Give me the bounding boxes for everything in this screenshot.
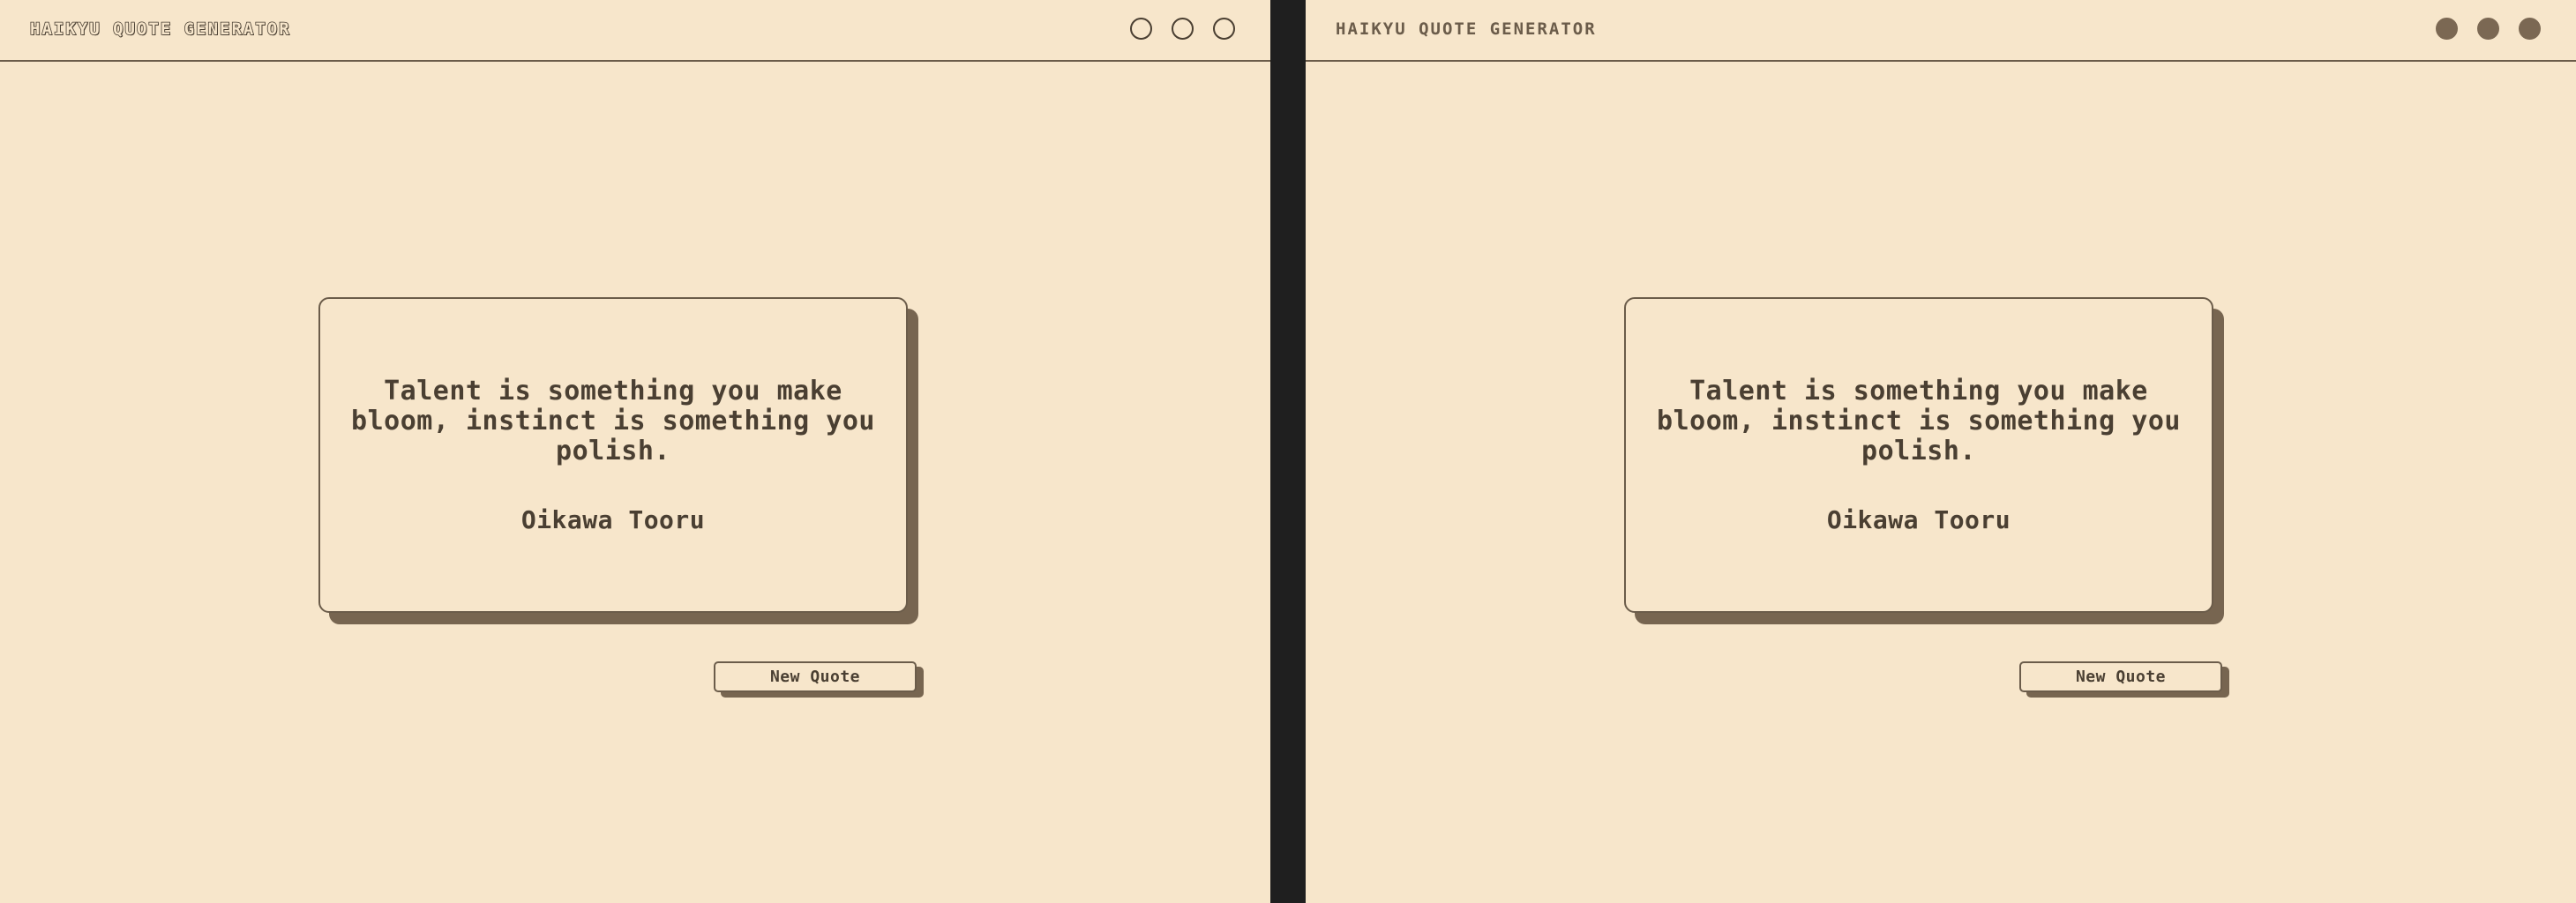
split-divider[interactable] xyxy=(1270,0,1306,903)
quote-text: Talent is something you make bloom, inst… xyxy=(351,375,875,466)
quote-text: Talent is something you make bloom, inst… xyxy=(1657,375,2181,466)
maximize-circle-icon[interactable] xyxy=(2477,18,2499,40)
minimize-circle-icon[interactable] xyxy=(1130,18,1152,40)
quote-author: Oikawa Tooru xyxy=(1826,504,2011,534)
quote-card: Talent is something you make bloom, inst… xyxy=(318,297,908,613)
quote-author: Oikawa Tooru xyxy=(520,504,706,534)
app-title: HAIKYU QUOTE GENERATOR xyxy=(29,19,291,40)
minimize-circle-icon[interactable] xyxy=(2436,18,2458,40)
app-title: HAIKYU QUOTE GENERATOR xyxy=(1336,19,1597,39)
new-quote-button[interactable]: New Quote xyxy=(714,661,917,692)
quote-card: Talent is something you make bloom, inst… xyxy=(1624,297,2213,613)
close-circle-icon[interactable] xyxy=(2519,18,2541,40)
title-bar: HAIKYU QUOTE GENERATOR xyxy=(0,0,1270,62)
close-circle-icon[interactable] xyxy=(1213,18,1235,40)
window-controls xyxy=(1130,18,1235,40)
title-bar: HAIKYU QUOTE GENERATOR xyxy=(1306,0,2576,62)
new-quote-button[interactable]: New Quote xyxy=(2019,661,2222,692)
split-view: HAIKYU QUOTE GENERATOR Talent is somethi… xyxy=(0,0,2576,903)
window-controls xyxy=(2436,18,2541,40)
right-window: HAIKYU QUOTE GENERATOR Talent is somethi… xyxy=(1306,0,2576,903)
left-window: HAIKYU QUOTE GENERATOR Talent is somethi… xyxy=(0,0,1270,903)
maximize-circle-icon[interactable] xyxy=(1172,18,1194,40)
